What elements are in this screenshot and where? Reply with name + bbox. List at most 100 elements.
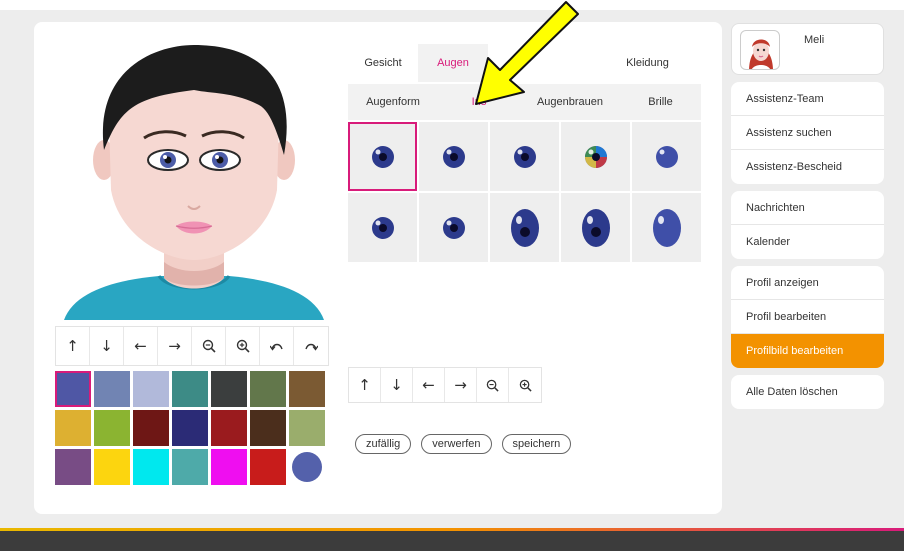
color-swatch-fill: [172, 449, 208, 485]
random-button[interactable]: zufällig: [355, 434, 412, 454]
iris-option[interactable]: [419, 193, 488, 262]
menu-item-nachrichten[interactable]: Nachrichten: [731, 191, 884, 225]
arrow-down-icon[interactable]: ↓: [90, 327, 124, 365]
menu-group-messages: Nachrichten Kalender: [731, 191, 884, 259]
color-swatch[interactable]: [289, 410, 325, 446]
color-swatch-fill: [172, 410, 208, 446]
menu-item-assistenz-team[interactable]: Assistenz-Team: [731, 82, 884, 116]
menu-group-data: Alle Daten löschen: [731, 375, 884, 409]
arrow-down-icon[interactable]: ↓: [381, 368, 413, 402]
menu-item-profil-anzeigen[interactable]: Profil anzeigen: [731, 266, 884, 300]
color-swatch-fill: [55, 410, 91, 446]
menu-group-assistance: Assistenz-Team Assistenz suchen Assisten…: [731, 82, 884, 184]
color-swatch[interactable]: [250, 371, 286, 407]
color-swatch[interactable]: [172, 449, 208, 485]
redo-icon[interactable]: [294, 327, 328, 365]
undo-icon[interactable]: [260, 327, 294, 365]
arrow-up-icon[interactable]: ↑: [56, 327, 90, 365]
footer: [0, 531, 904, 551]
save-button[interactable]: speichern: [501, 434, 572, 454]
iris-icon: [655, 145, 678, 168]
discard-button[interactable]: verwerfen: [421, 434, 492, 454]
arrow-right-icon[interactable]: →: [158, 327, 192, 365]
color-swatch[interactable]: [250, 449, 286, 485]
zoom-out-icon[interactable]: [477, 368, 509, 402]
avatar-position-toolbar: ↑ ↓ ← →: [55, 326, 329, 366]
iris-option[interactable]: [632, 122, 701, 191]
color-swatch[interactable]: [94, 449, 130, 485]
color-swatch-fill: [133, 410, 169, 446]
menu-item-assistenz-bescheid[interactable]: Assistenz-Bescheid: [731, 150, 884, 184]
color-swatch[interactable]: [94, 371, 130, 407]
tab-gesicht[interactable]: Gesicht: [348, 44, 418, 82]
iris-icon: [371, 216, 394, 239]
iris-option[interactable]: [561, 122, 630, 191]
color-swatch[interactable]: [55, 410, 91, 446]
feature-position-toolbar: ↑ ↓ ← →: [348, 367, 542, 403]
color-swatch[interactable]: [55, 449, 91, 485]
category-tabs: Gesicht Augen Kleidung: [348, 44, 701, 82]
iris-icon: [584, 145, 607, 168]
color-swatch[interactable]: [211, 371, 247, 407]
color-swatch[interactable]: [133, 449, 169, 485]
subtab-augenbrauen[interactable]: Augenbrauen: [520, 84, 620, 120]
subtab-iris[interactable]: Iris: [438, 84, 520, 120]
iris-icon: [513, 145, 536, 168]
menu-item-assistenz-suchen[interactable]: Assistenz suchen: [731, 116, 884, 150]
color-swatch-fill: [133, 449, 169, 485]
subtab-brille[interactable]: Brille: [620, 84, 701, 120]
color-swatch-fill: [250, 410, 286, 446]
color-swatch-fill: [55, 449, 91, 485]
zoom-in-icon[interactable]: [226, 327, 260, 365]
color-swatch[interactable]: [289, 449, 325, 485]
menu-item-profil-bearbeiten[interactable]: Profil bearbeiten: [731, 300, 884, 334]
iris-option[interactable]: [490, 193, 559, 262]
zoom-out-icon[interactable]: [192, 327, 226, 365]
color-swatch[interactable]: [55, 371, 91, 407]
iris-option[interactable]: [561, 193, 630, 262]
menu-item-profilbild-bearbeiten[interactable]: Profilbild bearbeiten: [731, 334, 884, 368]
iris-option[interactable]: [490, 122, 559, 191]
color-swatch[interactable]: [172, 410, 208, 446]
iris-icon: [442, 145, 465, 168]
iris-icon: [510, 208, 539, 247]
color-swatch-fill: [94, 449, 130, 485]
arrow-up-icon[interactable]: ↑: [349, 368, 381, 402]
avatar: [740, 30, 780, 70]
color-swatch[interactable]: [211, 410, 247, 446]
color-swatch-fill: [289, 410, 325, 446]
tab-kleidung[interactable]: Kleidung: [594, 44, 701, 82]
color-swatch[interactable]: [289, 371, 325, 407]
arrow-left-icon[interactable]: ←: [413, 368, 445, 402]
color-swatch-fill: [94, 410, 130, 446]
editor-actions: zufällig verwerfen speichern: [355, 434, 572, 454]
color-swatch-fill: [289, 371, 325, 407]
arrow-right-icon[interactable]: →: [445, 368, 477, 402]
iris-option[interactable]: [348, 193, 417, 262]
color-swatch[interactable]: [133, 371, 169, 407]
color-swatch[interactable]: [94, 410, 130, 446]
avatar-illustration: [64, 45, 324, 320]
menu-item-alle-daten-loeschen[interactable]: Alle Daten löschen: [731, 375, 884, 409]
iris-option[interactable]: [632, 193, 701, 262]
color-swatch-fill: [94, 371, 130, 407]
color-swatch[interactable]: [211, 449, 247, 485]
iris-option[interactable]: [348, 122, 417, 191]
color-swatch[interactable]: [133, 410, 169, 446]
color-swatch[interactable]: [172, 371, 208, 407]
color-swatch[interactable]: [250, 410, 286, 446]
subtab-augenform[interactable]: Augenform: [348, 84, 438, 120]
iris-option[interactable]: [419, 122, 488, 191]
tab-augen[interactable]: Augen: [418, 44, 488, 82]
arrow-left-icon[interactable]: ←: [124, 327, 158, 365]
color-swatch-fill: [133, 371, 169, 407]
profile-card[interactable]: Meli: [731, 23, 884, 75]
menu-group-profile: Profil anzeigen Profil bearbeiten Profil…: [731, 266, 884, 368]
color-swatch-fill: [250, 371, 286, 407]
tab-hidden[interactable]: [488, 44, 594, 82]
menu-item-kalender[interactable]: Kalender: [731, 225, 884, 259]
avatar-preview: [64, 30, 324, 320]
color-palette: [55, 371, 325, 485]
iris-icon: [371, 145, 394, 168]
zoom-in-icon[interactable]: [509, 368, 541, 402]
